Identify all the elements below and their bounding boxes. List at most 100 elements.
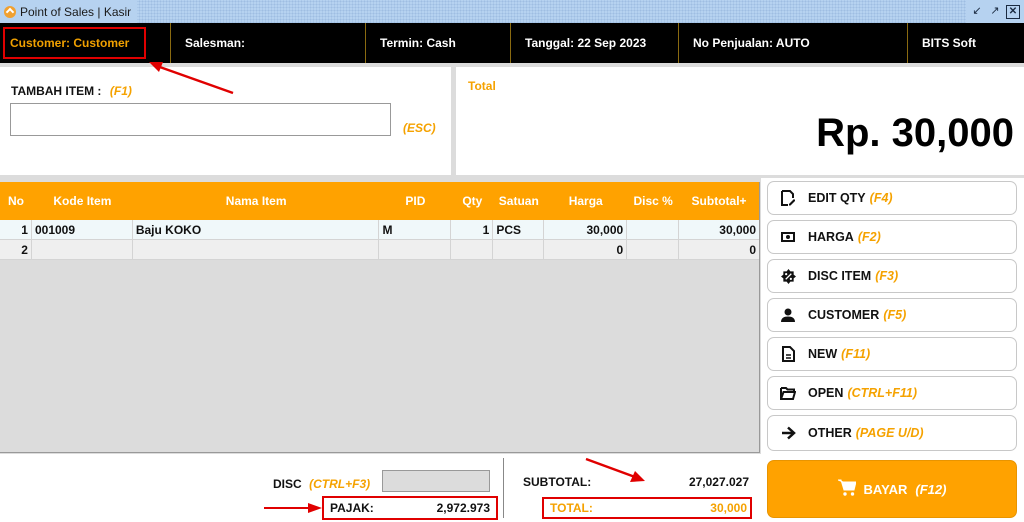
total-summary-label: TOTAL: xyxy=(550,501,593,515)
app-logo-icon xyxy=(4,5,16,18)
disc-item-label: DISC ITEM xyxy=(808,269,872,283)
bayar-button[interactable]: BAYAR (F12) xyxy=(767,460,1017,518)
summary-divider xyxy=(503,458,504,518)
open-label: OPEN xyxy=(808,386,844,400)
new-key: (F11) xyxy=(841,347,871,361)
disc-label: DISC xyxy=(273,477,302,491)
edit-qty-key: (F4) xyxy=(869,191,893,205)
other-key: (PAGE U/D) xyxy=(855,426,924,440)
close-icon[interactable]: ✕ xyxy=(1006,4,1020,19)
other-label: OTHER xyxy=(808,426,852,440)
col-kode-item[interactable]: Kode Item xyxy=(32,182,133,220)
harga-label: HARGA xyxy=(808,230,854,244)
new-document-icon xyxy=(780,346,796,362)
bayar-label: BAYAR xyxy=(863,481,908,497)
cell-pid: M xyxy=(379,220,452,239)
cell-subtotal: 30,000 xyxy=(719,222,756,237)
salesman-info: Salesman: xyxy=(171,23,366,63)
title-wrap: Point of Sales | Kasir xyxy=(0,0,138,23)
disc-item-button[interactable]: DISC ITEM (F3) xyxy=(767,259,1017,293)
harga-button[interactable]: HARGA (F2) xyxy=(767,220,1017,254)
cell-satuan: PCS xyxy=(493,220,545,239)
window-controls: ↙ ↗ ✕ xyxy=(966,0,1024,23)
cell-kode[interactable] xyxy=(32,240,133,259)
col-qty[interactable]: Qty xyxy=(451,182,493,220)
discount-badge-icon xyxy=(780,268,796,284)
cell-qty[interactable] xyxy=(451,240,494,259)
col-disc[interactable]: Disc % xyxy=(627,182,679,220)
bayar-key: (F12) xyxy=(915,481,947,497)
items-table: No Kode Item Nama Item PID Qty Satuan Ha… xyxy=(0,182,760,453)
tambah-item-label: TAMBAH ITEM : xyxy=(11,84,102,98)
customer-label: CUSTOMER xyxy=(808,308,880,322)
edit-document-icon xyxy=(780,190,796,206)
cell-nama: Baju KOKO xyxy=(133,220,380,239)
minimize-icon[interactable]: ↙ xyxy=(970,5,984,19)
termin-info: Termin: Cash xyxy=(366,23,511,63)
cell-no: 1 xyxy=(0,220,32,239)
annotation-customer-box xyxy=(3,27,146,59)
disc-item-key: (F3) xyxy=(875,269,899,283)
disc-label-row: DISC (CTRL+F3) xyxy=(273,475,370,493)
table-row[interactable]: 2 0 0 xyxy=(0,240,759,260)
new-label: NEW xyxy=(808,347,838,361)
col-subtotal[interactable]: Subtotal+ xyxy=(679,182,759,220)
open-key: (CTRL+F11) xyxy=(847,386,917,400)
tambah-item-label-row: TAMBAH ITEM : (F1) xyxy=(11,82,132,100)
edit-qty-button[interactable]: EDIT QTY (F4) xyxy=(767,181,1017,215)
open-button[interactable]: OPEN (CTRL+F11) xyxy=(767,376,1017,410)
cell-harga[interactable]: 30,000 xyxy=(544,220,628,239)
pajak-value: 2,972.973 xyxy=(436,501,490,515)
cell-disc[interactable] xyxy=(627,220,680,239)
annotation-arrow-pajak xyxy=(264,503,322,513)
total-panel: Total Rp. 30,000 xyxy=(456,67,1024,175)
no-penjualan-info: No Penjualan: AUTO xyxy=(679,23,908,63)
info-bar: Customer: Customer Salesman: Termin: Cas… xyxy=(0,23,1024,63)
window-titlebar: Point of Sales | Kasir ↙ ↗ ✕ xyxy=(0,0,1024,23)
subtotal-value: 27,027.027 xyxy=(688,475,749,489)
person-icon xyxy=(780,307,796,323)
customer-button[interactable]: CUSTOMER (F5) xyxy=(767,298,1017,332)
total-summary-value: 30,000 xyxy=(710,501,747,515)
cell-disc[interactable] xyxy=(627,240,680,259)
col-nama-item[interactable]: Nama Item xyxy=(133,182,380,220)
cell-satuan xyxy=(493,240,545,259)
tambah-item-key: (F1) xyxy=(109,84,132,98)
arrow-right-icon xyxy=(780,425,796,441)
money-icon xyxy=(780,229,796,245)
total-label: Total xyxy=(468,79,496,93)
tanggal-info: Tanggal: 22 Sep 2023 xyxy=(511,23,679,63)
esc-key-hint: (ESC) xyxy=(403,121,436,135)
cart-icon xyxy=(837,479,857,499)
cell-nama xyxy=(133,240,380,259)
col-satuan[interactable]: Satuan xyxy=(493,182,544,220)
edit-qty-label: EDIT QTY xyxy=(808,191,866,205)
disc-input[interactable] xyxy=(382,470,490,492)
cell-kode: 001009 xyxy=(32,220,133,239)
cell-harga[interactable]: 0 xyxy=(544,240,628,259)
brand-label: BITS Soft xyxy=(922,36,976,50)
cell-qty[interactable]: 1 xyxy=(451,220,494,239)
action-panel: EDIT QTY (F4) HARGA (F2) DISC ITEM (F3) … xyxy=(761,178,1024,522)
customer-key: (F5) xyxy=(883,308,907,322)
table-row[interactable]: 1 001009 Baju KOKO M 1 PCS 30,000 30,000 xyxy=(0,220,759,240)
table-header: No Kode Item Nama Item PID Qty Satuan Ha… xyxy=(0,182,759,220)
folder-open-icon xyxy=(780,385,796,401)
cell-subtotal: 0 xyxy=(749,242,756,257)
other-button[interactable]: OTHER (PAGE U/D) xyxy=(767,415,1017,451)
restore-icon[interactable]: ↗ xyxy=(988,5,1002,19)
col-pid[interactable]: PID xyxy=(379,182,451,220)
pajak-label: PAJAK: xyxy=(330,501,374,515)
new-button[interactable]: NEW (F11) xyxy=(767,337,1017,371)
col-harga[interactable]: Harga xyxy=(544,182,627,220)
annotation-arrow-subtotal xyxy=(585,457,645,482)
harga-key: (F2) xyxy=(857,230,881,244)
tambah-item-input[interactable] xyxy=(10,103,391,136)
cell-no: 2 xyxy=(0,240,32,259)
col-no[interactable]: No xyxy=(0,182,32,220)
disc-key: (CTRL+F3) xyxy=(309,477,371,491)
subtotal-label: SUBTOTAL: xyxy=(523,475,592,489)
window-title: Point of Sales | Kasir xyxy=(20,4,132,19)
pajak-box: PAJAK: 2,972.973 xyxy=(322,496,498,520)
cell-pid xyxy=(379,240,452,259)
